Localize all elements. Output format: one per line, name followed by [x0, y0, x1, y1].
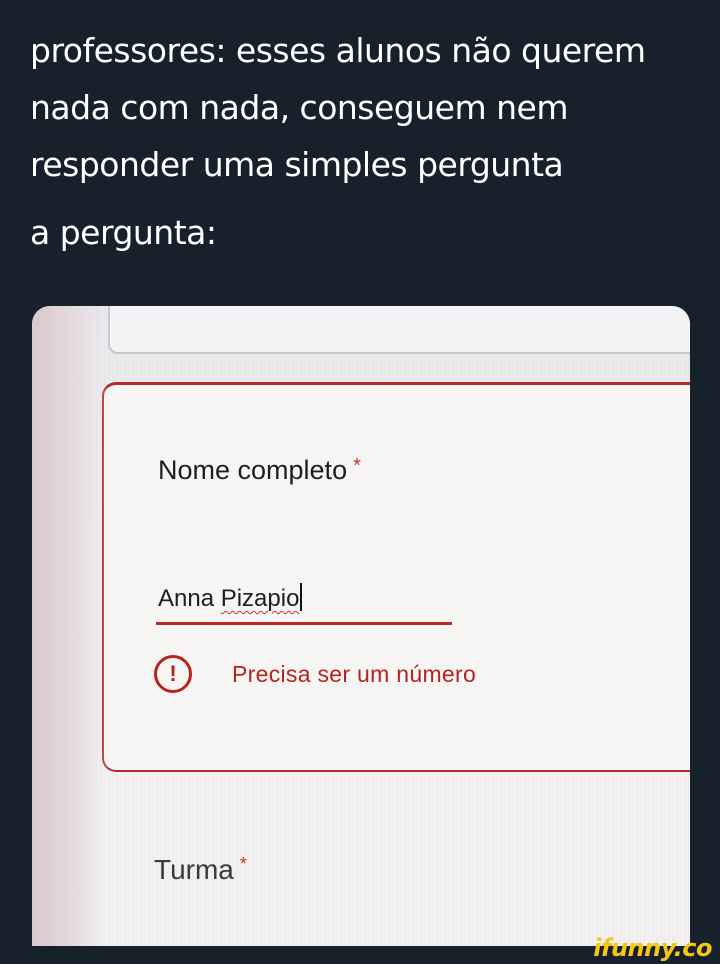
error-icon: ! [154, 655, 192, 693]
form-photo: Nome completo * Anna Pizapio ! Precisa se… [32, 306, 690, 946]
ifunny-watermark: ifunny.co [593, 934, 712, 962]
question-card-name: Nome completo * Anna Pizapio ! Precisa se… [102, 382, 690, 772]
answer-value: Anna Pizapio [158, 583, 303, 613]
validation-error: ! Precisa ser um número [154, 655, 476, 693]
photo-shadow [32, 306, 102, 946]
question-title-turma: Turma * [154, 854, 247, 886]
meme-post: professores: esses alunos não querem nad… [0, 0, 720, 964]
text-caret [300, 583, 303, 611]
caption-line-3: responder uma simples pergunta [30, 145, 564, 184]
caption-text: professores: esses alunos não querem nad… [30, 22, 700, 261]
required-asterisk: * [353, 455, 361, 477]
error-message: Precisa ser um número [232, 660, 477, 687]
question2-title-text: Turma [154, 854, 234, 885]
caption-line-4: a pergunta: [30, 213, 217, 252]
answer-field[interactable]: Anna Pizapio [156, 575, 452, 625]
answer-first-name: Anna [158, 585, 221, 612]
caption-line-2: nada com nada, conseguem nem [30, 88, 568, 127]
required-asterisk-2: * [239, 854, 247, 874]
answer-last-name: Pizapio [220, 585, 300, 612]
question-title-text: Nome completo [158, 455, 348, 485]
previous-form-card [108, 306, 690, 354]
caption-line-1: professores: esses alunos não querem [30, 31, 646, 70]
question-title: Nome completo * [158, 455, 361, 486]
